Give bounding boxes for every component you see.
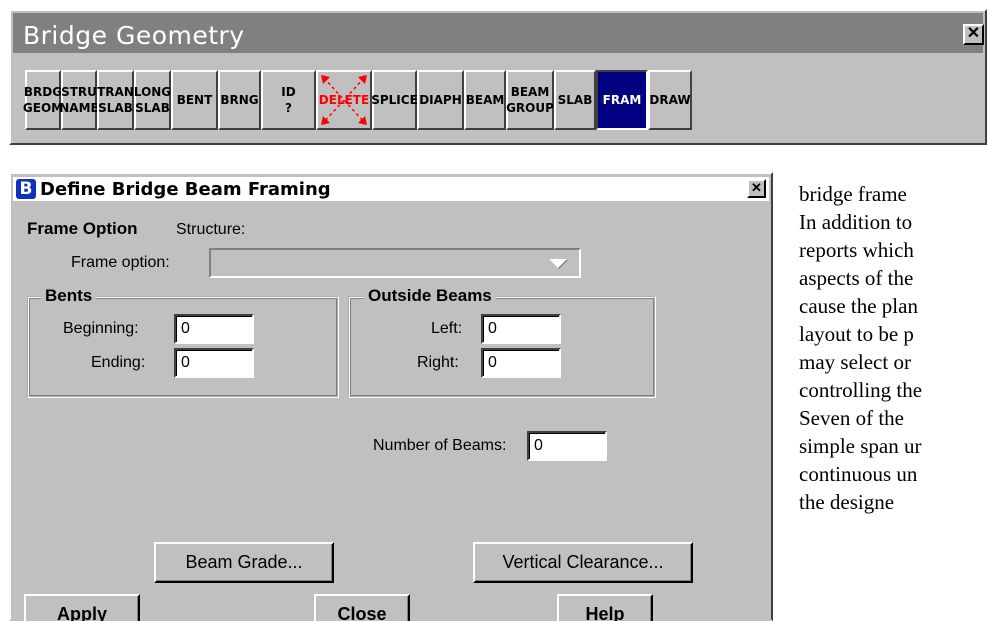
dialog-close-icon[interactable]: ✕ bbox=[747, 179, 766, 198]
bridge-geometry-window: Bridge Geometry ✕ BRDG GEOM STRU NAME TRAN… bbox=[9, 9, 987, 145]
help-button[interactable]: Help bbox=[557, 594, 653, 621]
document-text-line: continuous un bbox=[799, 462, 918, 486]
right-label: Right: bbox=[417, 354, 459, 371]
close-button[interactable]: Close bbox=[314, 594, 410, 621]
brng-button[interactable]: BRNG bbox=[218, 70, 261, 130]
chevron-down-icon[interactable] bbox=[549, 259, 567, 268]
left-label: Left: bbox=[431, 320, 463, 337]
app-logo-icon: B bbox=[16, 179, 36, 199]
delete-button-label: DELETE bbox=[318, 93, 370, 107]
brdg-geom-button[interactable]: BRDG GEOM bbox=[23, 70, 63, 130]
outside-beams-left-field[interactable]: 0 bbox=[481, 314, 561, 344]
structure-label: Structure: bbox=[176, 221, 246, 238]
document-text-line: bridge frame bbox=[799, 182, 907, 206]
beginning-label: Beginning: bbox=[63, 320, 139, 337]
bent-button[interactable]: BENT bbox=[171, 70, 218, 130]
dialog-title: Define Bridge Beam Framing bbox=[40, 178, 331, 200]
document-text-line: reports which bbox=[799, 238, 914, 262]
draw-button[interactable]: DRAW bbox=[648, 70, 692, 130]
vertical-clearance-button[interactable]: Vertical Clearance... bbox=[473, 542, 693, 583]
number-of-beams-label: Number of Beams: bbox=[373, 437, 507, 454]
document-text-line: layout to be p bbox=[799, 322, 914, 346]
beam-group-button[interactable]: BEAM GROUP bbox=[506, 70, 554, 130]
frame-option-label: Frame option: bbox=[71, 254, 170, 271]
document-text-line: the designe bbox=[799, 490, 895, 514]
document-text-line: aspects of the bbox=[799, 266, 914, 290]
bents-beginning-field[interactable]: 0 bbox=[174, 314, 254, 344]
slab-button[interactable]: SLAB bbox=[554, 70, 596, 130]
splice-button[interactable]: SPLICE bbox=[371, 70, 418, 130]
diaph-button[interactable]: DIAPH bbox=[417, 70, 464, 130]
beam-grade-button[interactable]: Beam Grade... bbox=[154, 542, 334, 583]
id-button[interactable]: ID ? bbox=[261, 70, 316, 130]
frame-option-dropdown[interactable] bbox=[209, 248, 581, 278]
document-text-line: may select or bbox=[799, 350, 911, 374]
outside-beams-group-title: Outside Beams bbox=[364, 286, 496, 306]
document-text-line: controlling the bbox=[799, 378, 923, 402]
beam-button[interactable]: BEAM bbox=[464, 70, 506, 130]
bents-group: Bents bbox=[27, 286, 339, 398]
document-text-line: simple span ur bbox=[799, 434, 922, 458]
tran-slab-button[interactable]: TRAN SLAB bbox=[97, 70, 134, 130]
bents-group-title: Bents bbox=[41, 286, 97, 306]
document-text-line: Seven of the bbox=[799, 406, 904, 430]
long-slab-button[interactable]: LONG SLAB bbox=[134, 70, 171, 130]
bridge-geometry-title: Bridge Geometry bbox=[23, 21, 245, 50]
bents-ending-field[interactable]: 0 bbox=[174, 348, 254, 378]
number-of-beams-field[interactable]: 0 bbox=[527, 431, 607, 461]
outside-beams-right-field[interactable]: 0 bbox=[481, 348, 561, 378]
document-text-line: In addition to bbox=[799, 210, 913, 234]
ending-label: Ending: bbox=[91, 354, 146, 371]
fram-button[interactable]: FRAM bbox=[596, 70, 648, 130]
dialog-title-bar: B Define Bridge Beam Framing ✕ bbox=[13, 177, 769, 201]
delete-button[interactable]: DELETE bbox=[316, 70, 372, 130]
apply-button[interactable]: Apply bbox=[24, 594, 140, 621]
stru-name-button[interactable]: STRU NAME bbox=[59, 70, 99, 130]
frame-option-heading: Frame Option bbox=[27, 219, 138, 238]
define-bridge-beam-framing-dialog: B Define Bridge Beam Framing ✕ Frame Opt… bbox=[9, 172, 773, 621]
close-icon[interactable]: ✕ bbox=[963, 24, 984, 45]
outside-beams-group: Outside Beams bbox=[348, 286, 656, 398]
document-text-line: cause the plan bbox=[799, 294, 918, 318]
document-text-column: bridge frame In addition to reports which a… bbox=[799, 180, 987, 516]
toolbar-button-row: BRDG GEOM STRU NAME TRAN SLAB LONG SLAB BENT… bbox=[23, 70, 692, 130]
